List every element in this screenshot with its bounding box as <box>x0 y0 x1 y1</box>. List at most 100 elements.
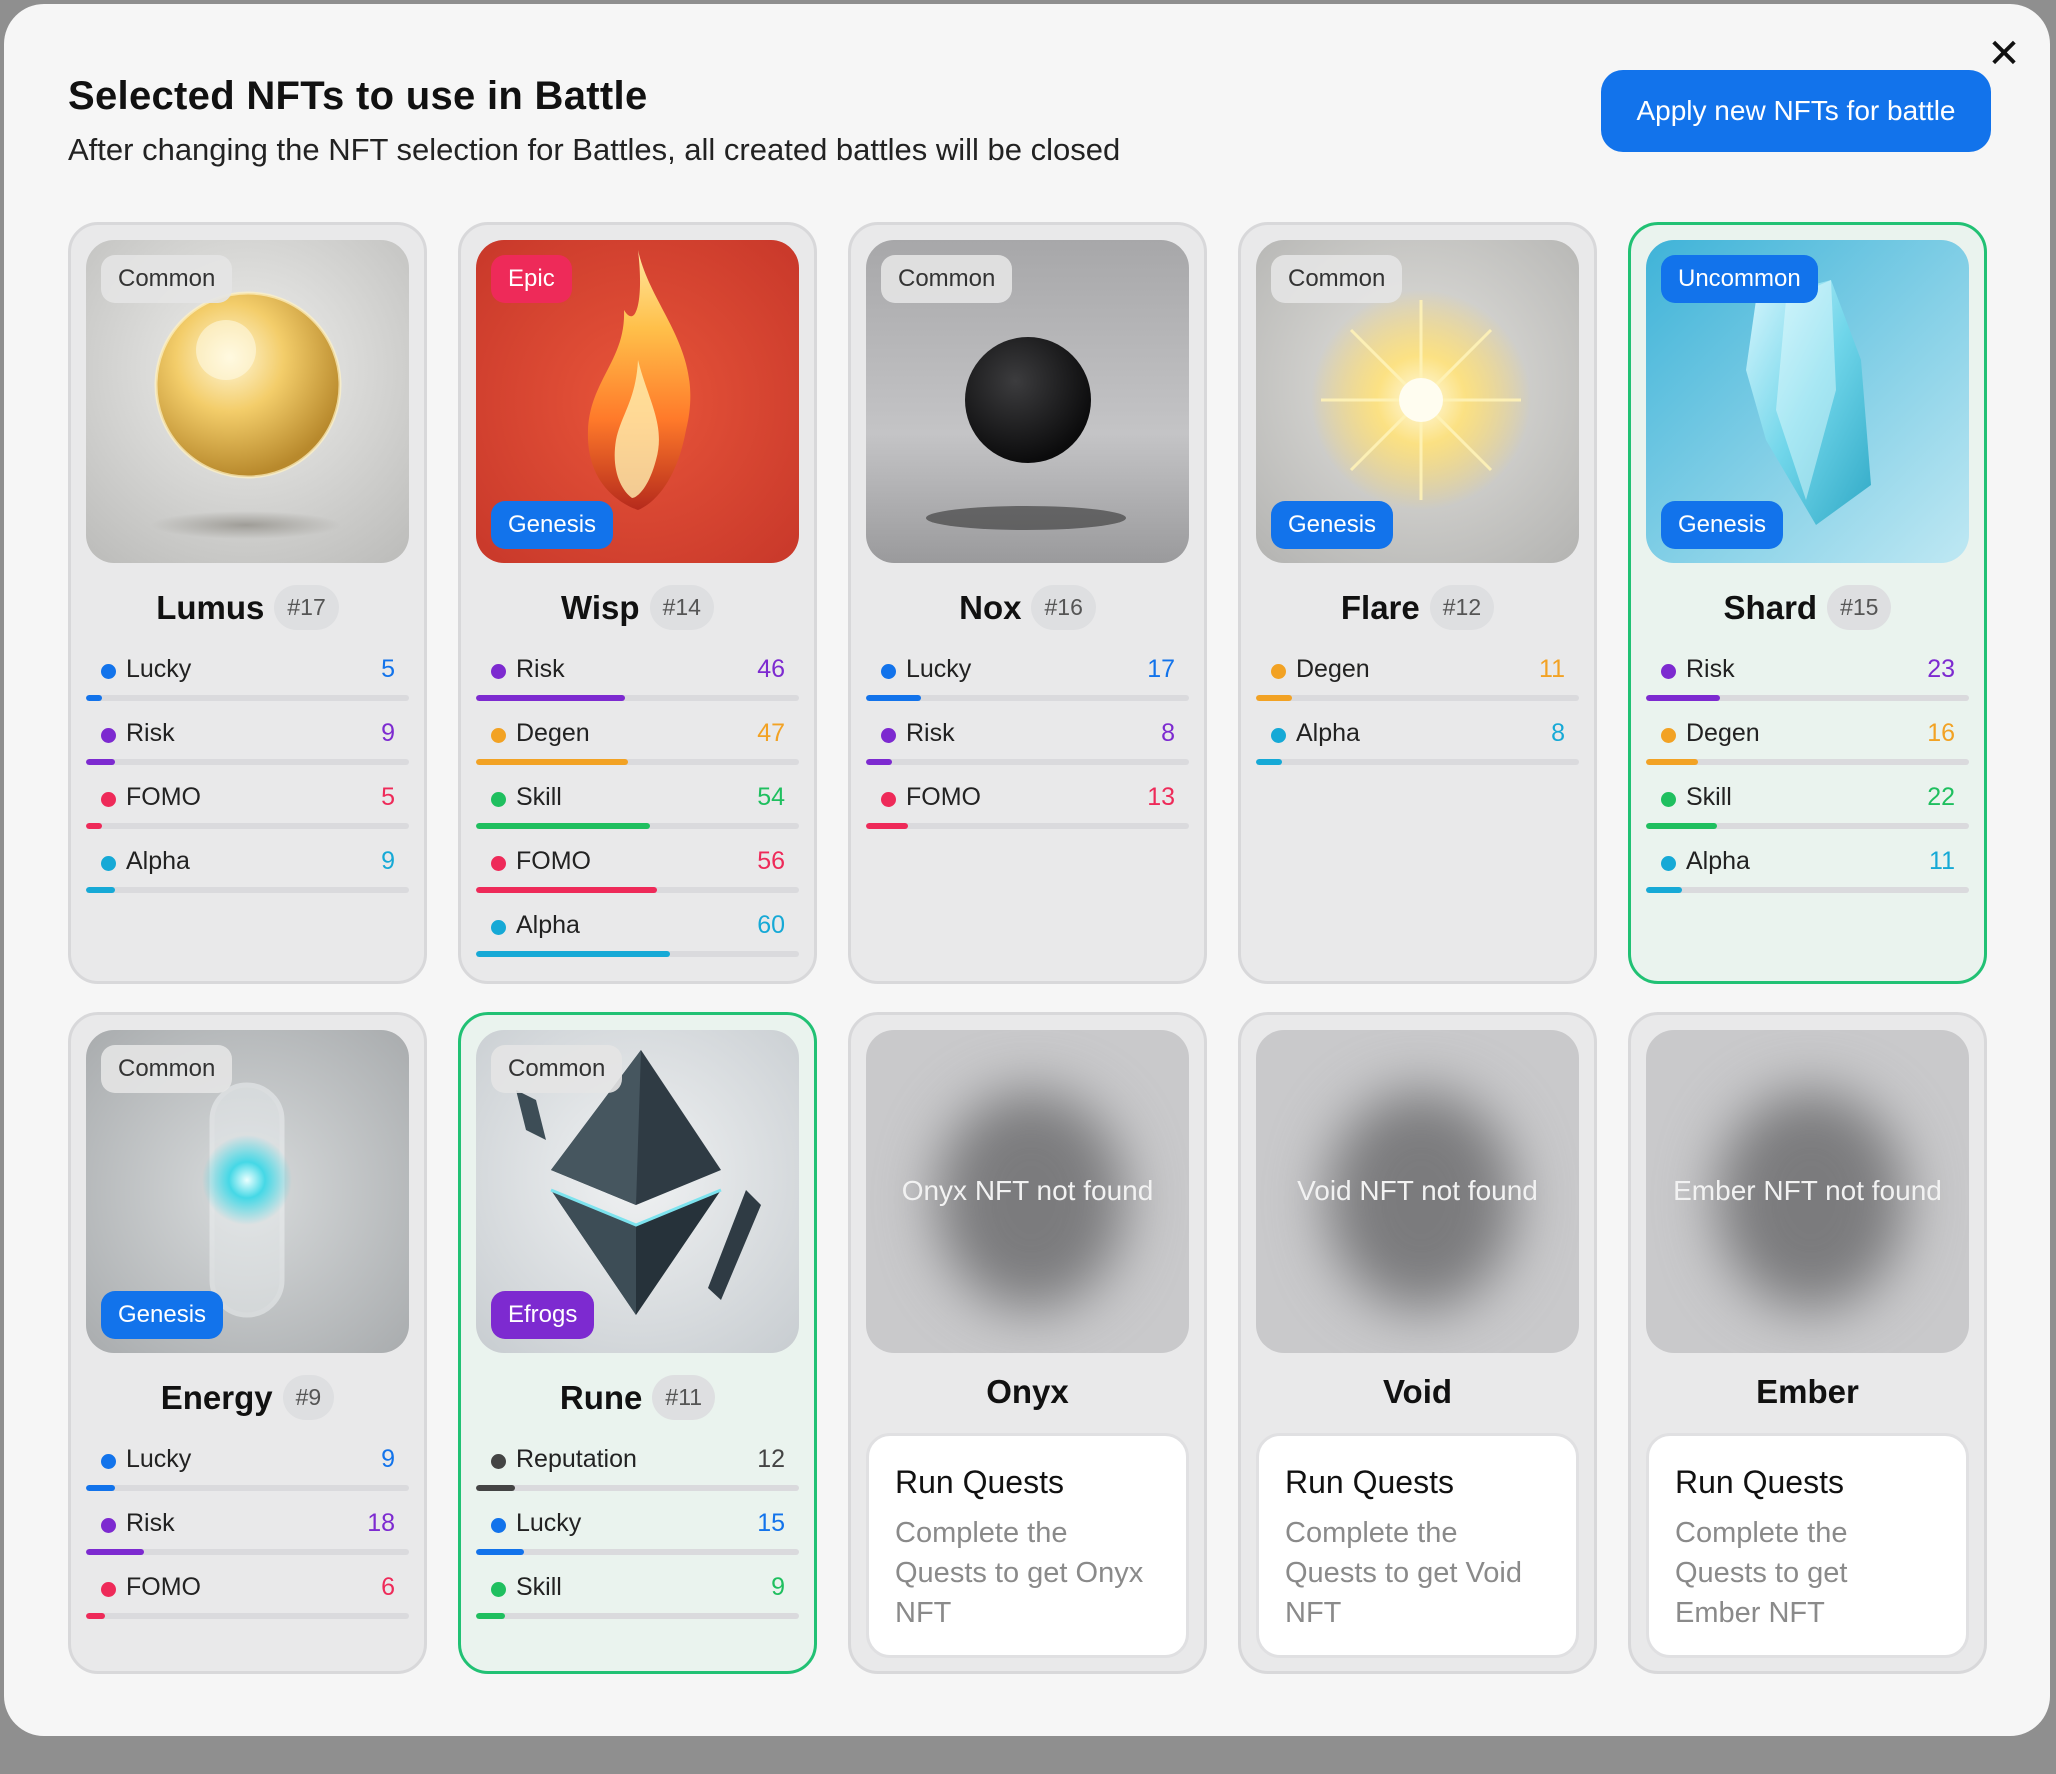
stat-label: FOMO <box>516 847 591 875</box>
run-quests-button[interactable]: Run Quests Complete the Quests to get On… <box>866 1433 1189 1658</box>
stat-bar <box>476 951 799 957</box>
close-icon[interactable]: ✕ <box>1982 32 2026 76</box>
nft-card-wisp[interactable]: Epic Genesis Wisp #14 Risk 46 Degen 47 S… <box>458 222 817 984</box>
stat-bar-fill <box>1256 759 1282 765</box>
stat-value: 15 <box>757 1509 785 1537</box>
nft-name: Wisp <box>561 588 640 626</box>
stat-bar <box>866 823 1189 829</box>
stat-bar <box>1256 695 1579 701</box>
rarity-badge: Common <box>881 255 1013 303</box>
stat-label: Skill <box>516 1573 562 1601</box>
stat-bar-fill <box>86 695 103 701</box>
stat-row: Risk 9 <box>86 707 409 771</box>
stat-bar-fill <box>476 759 628 765</box>
nft-card-grid: Common Lumus #17 Lucky 5 Risk 9 FOMO 5 A… <box>68 222 1987 1774</box>
stat-label: Alpha <box>126 847 190 875</box>
nft-name: Ember <box>1756 1373 1859 1410</box>
stat-bar <box>1646 759 1969 765</box>
stat-bar <box>86 1613 409 1619</box>
stat-value: 9 <box>771 1573 785 1601</box>
stat-value: 11 <box>1929 847 1955 875</box>
nft-selection-modal: ✕ Selected NFTs to use in Battle After c… <box>4 4 2050 1736</box>
stat-label: Risk <box>906 719 955 747</box>
stat-bar <box>866 759 1189 765</box>
nft-number-badge: #16 <box>1031 585 1096 630</box>
nft-title-row: Shard #15 <box>1631 585 1984 630</box>
quest-description: Complete the Quests to get Void NFT <box>1285 1517 1522 1629</box>
stat-dot-icon <box>491 664 506 679</box>
stat-bar <box>1256 759 1579 765</box>
stat-label: Risk <box>1686 655 1735 683</box>
stat-row: Alpha 9 <box>86 835 409 899</box>
stat-dot-icon <box>491 920 506 935</box>
stat-row: Risk 46 <box>476 643 799 707</box>
stat-bar <box>476 1613 799 1619</box>
stat-value: 6 <box>381 1573 395 1601</box>
stat-bar <box>86 823 409 829</box>
stats-list: Degen 11 Alpha 8 <box>1256 643 1579 771</box>
nft-card-void[interactable]: Void NFT not found Void Run Quests Compl… <box>1238 1012 1597 1674</box>
stat-bar-fill <box>1646 823 1718 829</box>
stats-list: Lucky 5 Risk 9 FOMO 5 Alpha 9 <box>86 643 409 899</box>
stat-dot-icon <box>491 1582 506 1597</box>
stat-dot-icon <box>1271 728 1286 743</box>
collection-badge: Genesis <box>491 501 614 549</box>
stat-dot-icon <box>881 728 896 743</box>
stat-dot-icon <box>101 1582 116 1597</box>
quest-description: Complete the Quests to get Onyx NFT <box>895 1517 1144 1629</box>
nft-card-energy[interactable]: Common Genesis Energy #9 Lucky 9 Risk 18… <box>68 1012 427 1674</box>
stat-bar-fill <box>476 951 670 957</box>
stat-value: 8 <box>1551 719 1565 747</box>
stat-bar-fill <box>86 1613 106 1619</box>
nft-number-badge: #14 <box>649 585 714 630</box>
nft-image-placeholder: Void NFT not found <box>1256 1030 1579 1353</box>
nft-image: Common <box>866 240 1189 563</box>
nft-card-ember[interactable]: Ember NFT not found Ember Run Quests Com… <box>1628 1012 1987 1674</box>
nft-number-badge: #12 <box>1429 585 1495 630</box>
stat-dot-icon <box>101 1454 116 1469</box>
stat-label: Alpha <box>1296 719 1360 747</box>
nft-number-badge: #17 <box>274 585 339 630</box>
nft-image: Common Genesis <box>1256 240 1579 563</box>
stat-value: 5 <box>381 655 395 683</box>
stat-bar-fill <box>476 823 651 829</box>
apply-nfts-button[interactable]: Apply new NFTs for battle <box>1601 70 1991 152</box>
quest-description: Complete the Quests to get Ember NFT <box>1675 1517 1848 1629</box>
nft-card-rune[interactable]: Common Efrogs Rune #11 Reputation 12 Luc… <box>458 1012 817 1674</box>
nft-card-flare[interactable]: Common Genesis Flare #12 Degen 11 Alpha … <box>1238 222 1597 984</box>
run-quests-button[interactable]: Run Quests Complete the Quests to get Em… <box>1646 1433 1969 1658</box>
stat-dot-icon <box>1271 664 1286 679</box>
not-found-label: Onyx NFT not found <box>901 1175 1154 1206</box>
stat-bar <box>86 759 409 765</box>
nft-card-onyx[interactable]: Onyx NFT not found Onyx Run Quests Compl… <box>848 1012 1207 1674</box>
stat-value: 18 <box>367 1509 395 1537</box>
stat-row: Lucky 5 <box>86 643 409 707</box>
nft-card-shard[interactable]: Uncommon Genesis Shard #15 Risk 23 Degen… <box>1628 222 1987 984</box>
nft-title-row: Energy #9 <box>71 1375 424 1420</box>
stat-row: Risk 8 <box>866 707 1189 771</box>
rarity-badge: Common <box>101 1045 233 1093</box>
stat-bar <box>476 759 799 765</box>
nft-card-lumus[interactable]: Common Lumus #17 Lucky 5 Risk 9 FOMO 5 A… <box>68 222 427 984</box>
stat-row: Degen 11 <box>1256 643 1579 707</box>
nft-number-badge: #9 <box>282 1375 335 1420</box>
stat-row: Reputation 12 <box>476 1433 799 1497</box>
stat-bar-fill <box>476 695 625 701</box>
nft-card-nox[interactable]: Common Nox #16 Lucky 17 Risk 8 FOMO 13 <box>848 222 1207 984</box>
stat-dot-icon <box>491 1454 506 1469</box>
collection-badge: Efrogs <box>491 1291 595 1339</box>
stat-label: Lucky <box>906 655 972 683</box>
stat-value: 16 <box>1927 719 1955 747</box>
nft-image-placeholder: Onyx NFT not found <box>866 1030 1189 1353</box>
stat-value: 56 <box>757 847 785 875</box>
run-quests-button[interactable]: Run Quests Complete the Quests to get Vo… <box>1256 1433 1579 1658</box>
nft-title-row: Rune #11 <box>461 1375 814 1420</box>
stat-bar <box>476 1549 799 1555</box>
stat-bar <box>1646 823 1969 829</box>
stat-row: Lucky 17 <box>866 643 1189 707</box>
stat-row: FOMO 56 <box>476 835 799 899</box>
stat-value: 5 <box>381 783 395 811</box>
stat-bar-fill <box>476 887 657 893</box>
rarity-badge: Uncommon <box>1661 255 1818 303</box>
quest-title: Run Quests <box>895 1464 1064 1500</box>
